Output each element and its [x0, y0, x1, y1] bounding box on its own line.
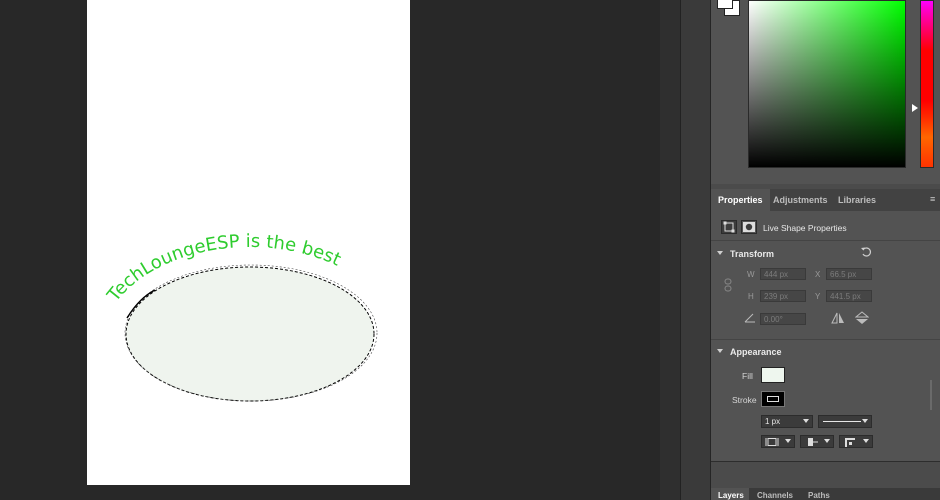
- live-shape-properties-label: Live Shape Properties: [763, 223, 847, 233]
- stroke-swatch[interactable]: [761, 391, 785, 407]
- canvas-gutter: [660, 0, 680, 500]
- align-icon: [765, 438, 779, 446]
- tab-libraries[interactable]: Libraries: [831, 189, 883, 211]
- corners-icon: [845, 438, 855, 447]
- tab-properties[interactable]: Properties: [711, 189, 770, 211]
- shape-and-text-layer[interactable]: TechLoungeESP is the best: [87, 0, 410, 485]
- panel-scrollbar[interactable]: [930, 380, 932, 410]
- stroke-label: Stroke: [732, 395, 757, 405]
- hue-slider[interactable]: [920, 0, 934, 168]
- mask-icon[interactable]: [741, 220, 757, 234]
- panel-menu-icon[interactable]: ≡: [930, 195, 938, 204]
- chevron-down-icon[interactable]: [717, 349, 723, 353]
- hue-slider-handle[interactable]: [912, 104, 918, 112]
- w-field[interactable]: 444 px: [760, 268, 806, 280]
- reset-icon[interactable]: [860, 246, 872, 260]
- stroke-caps-select[interactable]: [800, 435, 834, 448]
- caps-icon: [808, 438, 818, 446]
- tab-channels[interactable]: Channels: [757, 491, 793, 500]
- saturation-value-field[interactable]: [748, 0, 906, 168]
- tab-layers[interactable]: Layers: [718, 491, 744, 500]
- w-label: W: [747, 270, 755, 279]
- divider: [711, 339, 940, 340]
- foreground-color-swatch[interactable]: [717, 0, 733, 9]
- h-field[interactable]: 239 px: [760, 290, 806, 302]
- tab-paths[interactable]: Paths: [808, 491, 830, 500]
- bounding-box-icon[interactable]: [721, 220, 737, 234]
- chevron-down-icon[interactable]: [717, 251, 723, 255]
- y-field[interactable]: 441.5 px: [826, 290, 872, 302]
- flip-horizontal-icon[interactable]: [830, 312, 846, 326]
- flip-vertical-icon[interactable]: [854, 311, 870, 327]
- fill-swatch[interactable]: [761, 367, 785, 383]
- h-label: H: [748, 292, 754, 301]
- panel-dock-strip: [680, 0, 711, 500]
- appearance-section-title: Appearance: [730, 347, 782, 357]
- divider: [711, 240, 940, 241]
- stroke-type-select[interactable]: [818, 415, 872, 428]
- ellipse-shape[interactable]: [125, 266, 375, 402]
- tab-adjustments[interactable]: Adjustments: [766, 189, 835, 211]
- angle-field[interactable]: 0.00°: [760, 313, 806, 325]
- angle-icon: [744, 313, 756, 325]
- panel-lower-strip: [711, 461, 940, 489]
- x-label: X: [815, 270, 821, 279]
- x-field[interactable]: 66.5 px: [826, 268, 872, 280]
- solid-line-preview: [823, 421, 861, 422]
- stroke-width-select[interactable]: 1 px: [761, 415, 813, 428]
- stroke-corners-select[interactable]: [839, 435, 873, 448]
- fill-label: Fill: [742, 371, 753, 381]
- transform-section-title: Transform: [730, 249, 775, 259]
- stroke-align-select[interactable]: [761, 435, 795, 448]
- link-icon[interactable]: [724, 278, 732, 294]
- y-label: Y: [815, 292, 821, 301]
- stroke-width-value: 1 px: [765, 417, 781, 426]
